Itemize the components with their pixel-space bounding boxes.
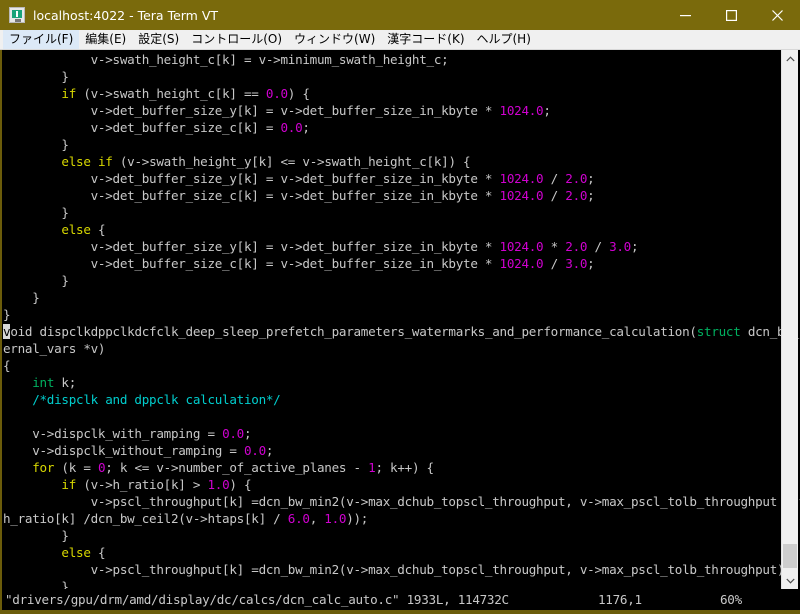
terminal-line: if (v->h_ratio[k] > 1.0) {	[61, 477, 252, 492]
terminal-line: v->pscl_throughput[k] =dcn_bw_min2(v->ma…	[3, 562, 792, 577]
terminal-line: ernal_vars *v)	[3, 341, 106, 356]
scroll-up-button[interactable]	[782, 50, 798, 67]
terminal-line: }	[3, 137, 69, 152]
terminal-line: v->det_buffer_size_y[k] = v->det_buffer_…	[3, 171, 595, 186]
terminal-line: }	[3, 273, 69, 288]
maximize-icon	[725, 9, 737, 21]
scrollbar-track[interactable]	[782, 67, 798, 572]
terminal-line: else {	[61, 545, 106, 560]
scrollbar-thumb[interactable]	[783, 544, 797, 568]
terminal-line: }	[3, 205, 69, 220]
terminal-line: }	[3, 579, 69, 589]
close-icon	[771, 9, 783, 21]
terminal-line: }	[3, 528, 69, 543]
menu-item-window[interactable]: ウィンドウ(W)	[288, 30, 381, 49]
terminal-cursor: v	[3, 324, 11, 339]
minimize-icon	[679, 14, 691, 16]
menu-item-control[interactable]: コントロール(O)	[185, 30, 288, 49]
tera-term-window: localhost:4022 - Tera Term VT ファイル(F) 編集…	[0, 0, 800, 614]
menu-bar: ファイル(F) 編集(E) 設定(S) コントロール(O) ウィンドウ(W) 漢…	[0, 30, 800, 50]
terminal-line: v->det_buffer_size_y[k] = v->det_buffer_…	[3, 103, 551, 118]
menu-item-file[interactable]: ファイル(F)	[3, 30, 80, 49]
terminal-line: v->dispclk_with_ramping = 0.0;	[3, 426, 252, 441]
status-line: "drivers/gpu/drm/amd/display/dc/calcs/dc…	[0, 589, 800, 610]
terminal-line: int k;	[32, 375, 77, 390]
terminal-line: else {	[61, 222, 106, 237]
terminal-line: v->det_buffer_size_c[k] = 0.0;	[3, 120, 310, 135]
terminal-line: void dispclkdppclkdcfclk_deep_sleep_pref…	[3, 324, 800, 339]
terminal-line: v->swath_height_c[k] = v->minimum_swath_…	[3, 52, 449, 67]
terminal-line: v->det_buffer_size_c[k] = v->det_buffer_…	[3, 188, 595, 203]
terminal-line: }	[3, 69, 69, 84]
terminal-line: }	[3, 290, 40, 305]
terminal-line: if (v->swath_height_c[k] == 0.0) {	[61, 86, 310, 101]
terminal-line: /*dispclk and dppclk calculation*/	[3, 392, 281, 407]
status-percent: 60%	[720, 592, 742, 607]
title-bar[interactable]: localhost:4022 - Tera Term VT	[0, 0, 800, 30]
window-title: localhost:4022 - Tera Term VT	[33, 7, 219, 23]
window-bottom-edge	[0, 610, 800, 614]
window-controls	[662, 0, 800, 30]
terminal-icon	[9, 7, 25, 23]
terminal-line: h_ratio[k] /dcn_bw_ceil2(v->htaps[k] / 6…	[3, 511, 369, 526]
scroll-down-button[interactable]	[782, 572, 798, 589]
menu-item-edit[interactable]: 編集(E)	[79, 30, 132, 49]
terminal-line: v->dispclk_without_ramping = 0.0;	[3, 443, 274, 458]
terminal-line: v->pscl_throughput[k] =dcn_bw_min2(v->ma…	[3, 494, 800, 509]
minimize-button[interactable]	[662, 0, 708, 30]
terminal-area[interactable]: v->swath_height_c[k] = v->minimum_swath_…	[0, 50, 800, 589]
vertical-scrollbar[interactable]	[781, 50, 798, 589]
terminal-text[interactable]: v->swath_height_c[k] = v->minimum_swath_…	[2, 50, 800, 589]
menu-item-kanji-code[interactable]: 漢字コード(K)	[381, 30, 470, 49]
terminal-line: }	[3, 307, 11, 322]
terminal-line: v->det_buffer_size_c[k] = v->det_buffer_…	[3, 256, 595, 271]
status-file: "drivers/gpu/drm/amd/display/dc/calcs/dc…	[5, 592, 509, 607]
close-button[interactable]	[754, 0, 800, 30]
terminal-line: else if (v->swath_height_y[k] <= v->swat…	[61, 154, 471, 169]
menu-item-help[interactable]: ヘルプ(H)	[471, 30, 537, 49]
terminal-line: for (k = 0; k <= v->number_of_active_pla…	[32, 460, 434, 475]
menu-item-setup[interactable]: 設定(S)	[132, 30, 185, 49]
status-position: 1176,1	[598, 592, 642, 607]
chevron-down-icon	[785, 578, 795, 584]
maximize-button[interactable]	[708, 0, 754, 30]
terminal-line: v->det_buffer_size_y[k] = v->det_buffer_…	[3, 239, 639, 254]
terminal-line: {	[3, 358, 11, 373]
chevron-up-icon	[785, 55, 795, 61]
